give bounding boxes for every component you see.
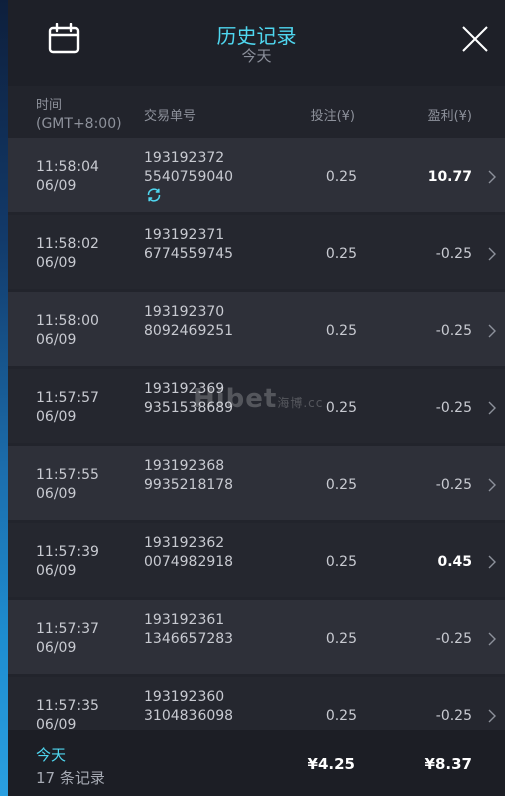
row-profit: 0.45 <box>437 554 472 570</box>
row-stake: 0.25 <box>325 400 357 416</box>
row-order-id-part2: 9935218178 <box>144 477 234 493</box>
row-stake: 0.25 <box>325 554 357 570</box>
table-row[interactable]: 11:57:39 06/09 193192362 0074982918 0.25 0.45 <box>8 523 505 597</box>
row-order-id-part1: 193192360 <box>144 689 225 705</box>
row-order-id-part1: 193192362 <box>144 535 225 551</box>
summary-footer: 今天 17 条记录 ¥4.25 ¥8.37 <box>8 730 505 796</box>
row-date: 06/09 <box>36 409 77 425</box>
table-row[interactable]: 11:57:37 06/09 193192361 1346657283 0.25 -0.2… <box>8 600 505 674</box>
row-time: 11:57:35 <box>36 698 99 714</box>
left-edge-decoration <box>0 0 8 796</box>
row-profit: 10.77 <box>427 169 472 185</box>
row-date: 06/09 <box>36 255 77 271</box>
history-panel: 历史记录 今天 时间 (GMT+8:00) 交易单号 投注(¥) 盈利(¥) 1… <box>8 0 505 796</box>
row-order-id-part1: 193192368 <box>144 458 225 474</box>
row-time: 11:57:37 <box>36 621 99 637</box>
row-order-id-part1: 193192361 <box>144 612 225 628</box>
column-order-label: 交易单号 <box>144 109 197 124</box>
refresh-icon <box>147 188 161 202</box>
row-order-id-part1: 193192371 <box>144 227 225 243</box>
chevron-right-icon <box>488 555 496 569</box>
total-stake: ¥4.25 <box>307 755 355 773</box>
row-profit: -0.25 <box>435 708 472 724</box>
chevron-right-icon <box>488 247 496 261</box>
row-order-id-part2: 8092469251 <box>144 323 234 339</box>
row-date: 06/09 <box>36 178 77 194</box>
table-row[interactable]: 11:58:02 06/09 193192371 6774559745 0.25 -0.2… <box>8 215 505 289</box>
row-stake: 0.25 <box>325 708 357 724</box>
row-profit: -0.25 <box>435 631 472 647</box>
row-time: 11:58:02 <box>36 236 99 252</box>
total-profit: ¥8.37 <box>424 755 472 773</box>
row-date: 06/09 <box>36 486 77 502</box>
row-order-id-part1: 193192370 <box>144 304 225 320</box>
table-row[interactable]: 11:58:04 06/09 193192372 5540759040 0.25 10.7… <box>8 138 505 212</box>
row-time: 11:57:57 <box>36 390 99 406</box>
row-time: 11:58:00 <box>36 313 99 329</box>
row-order-id-part2: 5540759040 <box>144 169 234 185</box>
chevron-right-icon <box>488 709 496 723</box>
chevron-right-icon <box>488 401 496 415</box>
table-row[interactable]: 11:57:55 06/09 193192368 9935218178 0.25 -0.2… <box>8 446 505 520</box>
record-list: 11:58:04 06/09 193192372 5540759040 0.25 10.7… <box>8 138 505 730</box>
row-date: 06/09 <box>36 332 77 348</box>
column-timezone-label: (GMT+8:00) <box>36 116 122 132</box>
row-order-id-part1: 193192372 <box>144 150 225 166</box>
chevron-right-icon <box>488 170 496 184</box>
table-row[interactable]: 11:58:00 06/09 193192370 8092469251 0.25 -0.2… <box>8 292 505 366</box>
column-profit-label: 盈利(¥) <box>427 109 472 124</box>
chevron-right-icon <box>488 324 496 338</box>
row-stake: 0.25 <box>325 169 357 185</box>
row-profit: -0.25 <box>435 323 472 339</box>
row-profit: -0.25 <box>435 246 472 262</box>
watermark-logo: Hibet海博.cc <box>193 384 324 414</box>
chevron-right-icon <box>488 632 496 646</box>
close-icon[interactable] <box>460 24 490 54</box>
row-stake: 0.25 <box>325 323 357 339</box>
row-time: 11:58:04 <box>36 159 99 175</box>
row-stake: 0.25 <box>325 631 357 647</box>
row-order-id-part2: 6774559745 <box>144 246 234 262</box>
row-stake: 0.25 <box>325 246 357 262</box>
header: 历史记录 今天 <box>8 0 505 86</box>
row-order-id-part2: 1346657283 <box>144 631 234 647</box>
table-row[interactable]: 11:57:35 06/09 193192360 3104836098 0.25 -0.2… <box>8 677 505 730</box>
record-count: 17 条记录 <box>36 769 105 787</box>
column-time-label: 时间 <box>36 98 63 113</box>
column-header: 时间 (GMT+8:00) 交易单号 投注(¥) 盈利(¥) <box>8 86 505 138</box>
row-date: 06/09 <box>36 563 77 579</box>
row-order-id-part2: 0074982918 <box>144 554 234 570</box>
chevron-right-icon <box>488 478 496 492</box>
footer-today-label: 今天 <box>36 746 67 764</box>
column-stake-label: 投注(¥) <box>310 109 355 124</box>
row-date: 06/09 <box>36 717 77 730</box>
row-date: 06/09 <box>36 640 77 656</box>
row-profit: -0.25 <box>435 477 472 493</box>
row-stake: 0.25 <box>325 477 357 493</box>
row-profit: -0.25 <box>435 400 472 416</box>
row-time: 11:57:39 <box>36 544 99 560</box>
row-time: 11:57:55 <box>36 467 99 483</box>
page-subtitle: 今天 <box>241 47 272 65</box>
row-order-id-part2: 3104836098 <box>144 708 234 724</box>
